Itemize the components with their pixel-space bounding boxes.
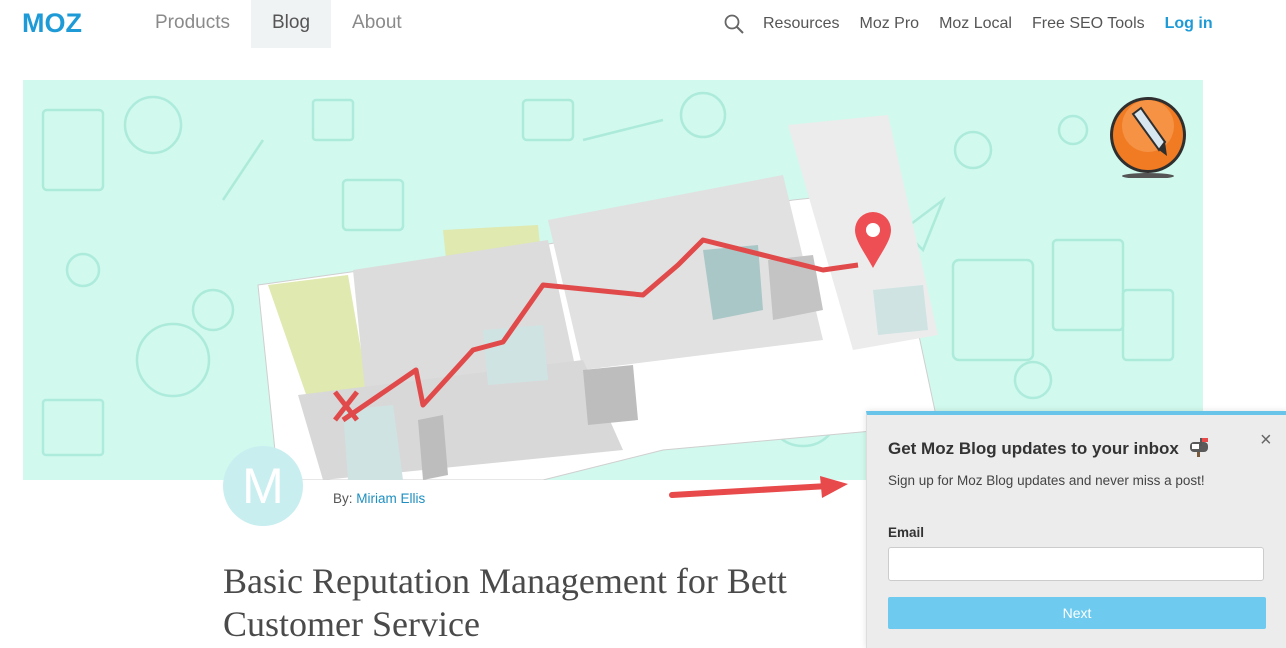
popup-subheading: Sign up for Moz Blog updates and never m… <box>888 473 1205 488</box>
red-arrow-annotation <box>669 476 848 498</box>
close-icon[interactable]: × <box>1260 429 1272 452</box>
pencil-badge-icon[interactable] <box>1107 96 1189 178</box>
login-link[interactable]: Log in <box>1155 15 1223 33</box>
logo-text: MOZ <box>22 9 82 35</box>
email-label: Email <box>888 525 925 540</box>
byline: By: Miriam Ellis <box>333 491 425 506</box>
nav-products[interactable]: Products <box>134 0 251 48</box>
nav-moz-pro[interactable]: Moz Pro <box>849 15 929 33</box>
top-nav: MOZ Products Blog About Resources Moz Pr… <box>0 0 1286 48</box>
by-label: By: <box>333 491 353 506</box>
popup-heading-text: Get Moz Blog updates to your inbox <box>888 439 1179 458</box>
title-line-2: Customer Service <box>223 604 480 644</box>
search-icon[interactable] <box>723 13 745 35</box>
author-link[interactable]: Miriam Ellis <box>356 491 425 506</box>
mailbox-icon <box>1189 438 1208 457</box>
nav-about[interactable]: About <box>331 0 423 48</box>
next-button[interactable]: Next <box>888 597 1266 629</box>
email-input[interactable] <box>888 547 1264 581</box>
title-line-1: Basic Reputation Management for Bett <box>223 561 787 601</box>
avatar[interactable]: M <box>223 446 303 526</box>
nav-moz-local[interactable]: Moz Local <box>929 15 1022 33</box>
nav-free-seo-tools[interactable]: Free SEO Tools <box>1022 15 1155 33</box>
newsletter-popup: Get Moz Blog updates to your inbox × Sig… <box>866 411 1286 648</box>
popup-heading: Get Moz Blog updates to your inbox <box>888 437 1212 459</box>
secondary-nav: Resources Moz Pro Moz Local Free SEO Too… <box>753 0 1223 48</box>
moz-logo[interactable]: MOZ <box>22 9 108 35</box>
primary-nav: Products Blog About <box>134 0 423 48</box>
nav-resources[interactable]: Resources <box>753 15 849 33</box>
nav-blog[interactable]: Blog <box>250 0 332 48</box>
